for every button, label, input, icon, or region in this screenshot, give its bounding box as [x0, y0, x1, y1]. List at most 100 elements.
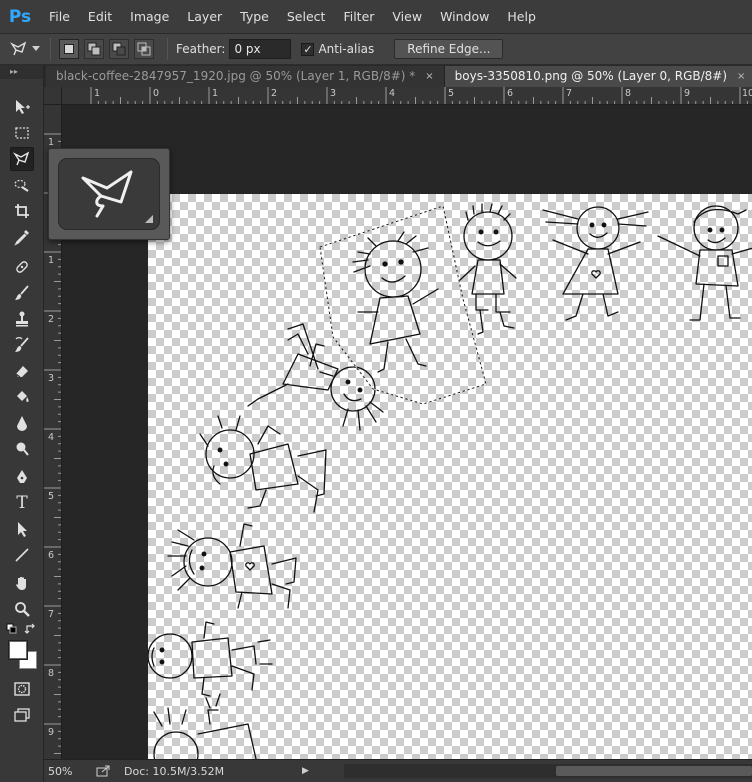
pen-tool-icon[interactable] — [10, 465, 34, 489]
tool-preview-inner — [58, 158, 160, 230]
clone-stamp-tool-icon[interactable] — [10, 307, 34, 331]
ruler-label: 3 — [330, 88, 337, 99]
ruler-label: 5 — [448, 88, 455, 99]
ruler-label: 6 — [507, 88, 514, 99]
menu-help[interactable]: Help — [498, 0, 545, 34]
blur-tool-icon[interactable] — [10, 411, 34, 435]
ruler-label: 1 — [212, 88, 219, 99]
spot-healing-tool-icon[interactable] — [10, 255, 34, 279]
photoshop-logo: Ps — [8, 6, 32, 27]
stick-figure-artwork — [148, 203, 752, 759]
swap-colors-icon[interactable] — [24, 623, 38, 635]
polygonal-lasso-icon[interactable] — [8, 38, 30, 60]
refine-edge-button[interactable]: Refine Edge... — [394, 39, 504, 59]
intersect-selection-mode-button[interactable] — [134, 39, 154, 59]
document-canvas[interactable] — [148, 194, 752, 759]
rect-marquee-tool-icon[interactable] — [10, 121, 34, 145]
polygonal-lasso-large-icon — [81, 170, 133, 218]
crop-tool-icon[interactable] — [10, 199, 34, 223]
figure-girl-2 — [542, 206, 649, 321]
path-selection-tool-icon[interactable] — [10, 517, 34, 541]
document-size: Doc: 10.5M/3.52M — [124, 764, 225, 778]
lasso-selection-outline — [319, 205, 487, 405]
dodge-tool-icon[interactable] — [10, 437, 34, 461]
new-selection-mode-button[interactable] — [59, 39, 79, 59]
ruler-label: 2 — [271, 88, 278, 99]
figure-boy-cap — [657, 205, 752, 321]
document-tab-bar: black-coffee-2847957_1920.jpg @ 50% (Lay… — [44, 65, 752, 87]
tool-preview-popup — [48, 148, 170, 240]
ruler-label: 0 — [153, 88, 160, 99]
status-bar: 50% Doc: 10.5M/3.52M ▶ — [44, 759, 752, 782]
antialias-checkbox[interactable]: ✓ — [301, 42, 315, 56]
tab-label: boys-3350810.png @ 50% (Layer 0, RGB/8#) — [454, 69, 728, 83]
move-tool-icon[interactable] — [10, 95, 34, 119]
status-menu-arrow-icon[interactable]: ▶ — [302, 766, 309, 776]
tab-boys[interactable]: boys-3350810.png @ 50% (Layer 0, RGB/8#)… — [444, 66, 752, 87]
tab-label: black-coffee-2847957_1920.jpg @ 50% (Lay… — [56, 69, 416, 83]
tools-panel: ▸▸ T — [0, 65, 44, 782]
menu-view[interactable]: View — [383, 0, 431, 34]
history-brush-tool-icon[interactable] — [10, 333, 34, 357]
export-icon[interactable] — [92, 765, 114, 777]
antialias-label: Anti-alias — [318, 42, 375, 56]
default-colors-icon[interactable] — [6, 623, 20, 635]
menu-select[interactable]: Select — [278, 0, 335, 34]
hand-tool-icon[interactable] — [10, 571, 34, 595]
ruler-label: 4 — [389, 88, 396, 99]
tool-preset-dropdown-icon[interactable] — [30, 38, 42, 60]
collapse-panel-icon[interactable]: ▸▸ — [0, 65, 43, 79]
figure-rotated-1 — [247, 323, 384, 431]
menu-type[interactable]: Type — [231, 0, 278, 34]
close-icon[interactable]: × — [737, 66, 745, 87]
ruler-label: 3 — [48, 373, 55, 384]
quick-mask-icon[interactable] — [10, 677, 34, 701]
eyedropper-tool-icon[interactable] — [10, 225, 34, 249]
subtract-from-selection-mode-button[interactable] — [109, 39, 129, 59]
figure-girl-selected — [352, 231, 439, 373]
screen-mode-icon[interactable] — [10, 703, 34, 727]
menu-image[interactable]: Image — [121, 0, 178, 34]
menu-filter[interactable]: Filter — [334, 0, 383, 34]
zoom-level[interactable]: 50% — [44, 765, 92, 778]
horizontal-ruler[interactable]: 1 0 1 2 3 4 5 6 7 8 9 10 — [62, 87, 752, 105]
feather-label: Feather: — [176, 42, 226, 56]
menu-bar: Ps File Edit Image Layer Type Select Fil… — [0, 0, 752, 34]
menu-file[interactable]: File — [40, 0, 79, 34]
brush-tool-icon[interactable] — [10, 281, 34, 305]
figure-rotated-2 — [199, 415, 327, 513]
feather-input[interactable] — [229, 39, 292, 59]
foreground-color-swatch[interactable] — [9, 641, 27, 659]
line-tool-icon[interactable] — [10, 543, 34, 567]
ruler-label: 10 — [742, 88, 752, 99]
figure-rotated-3 — [167, 523, 297, 609]
add-to-selection-mode-button[interactable] — [84, 39, 104, 59]
ruler-label: 1 — [94, 88, 101, 99]
ruler-label: 4 — [48, 432, 55, 443]
ruler-label: 8 — [48, 668, 55, 679]
type-tool-icon[interactable]: T — [10, 491, 34, 515]
color-swatches[interactable] — [9, 641, 37, 669]
ruler-origin[interactable] — [44, 87, 62, 105]
ruler-label: 2 — [48, 314, 55, 325]
ruler-label: 9 — [48, 727, 55, 738]
close-icon[interactable]: × — [425, 66, 433, 87]
paint-bucket-tool-icon[interactable] — [10, 385, 34, 409]
polygonal-lasso-tool-icon[interactable] — [10, 147, 34, 171]
ruler-label: 1 — [48, 255, 55, 266]
quick-selection-tool-icon[interactable] — [10, 173, 34, 197]
ruler-label: 8 — [625, 88, 632, 99]
options-separator — [50, 38, 51, 60]
options-bar: Feather: ✓ Anti-alias Refine Edge... — [0, 34, 752, 65]
zoom-tool-icon[interactable] — [10, 597, 34, 621]
eraser-tool-icon[interactable] — [10, 359, 34, 383]
ruler-label: 5 — [48, 491, 55, 502]
tab-black-coffee[interactable]: black-coffee-2847957_1920.jpg @ 50% (Lay… — [46, 66, 445, 87]
options-separator — [167, 38, 168, 60]
scrollbar-thumb[interactable] — [556, 766, 752, 776]
menu-edit[interactable]: Edit — [79, 0, 121, 34]
menu-window[interactable]: Window — [431, 0, 498, 34]
menu-layer[interactable]: Layer — [178, 0, 231, 34]
horizontal-scrollbar[interactable] — [344, 764, 752, 778]
figure-boy-1 — [459, 203, 517, 335]
